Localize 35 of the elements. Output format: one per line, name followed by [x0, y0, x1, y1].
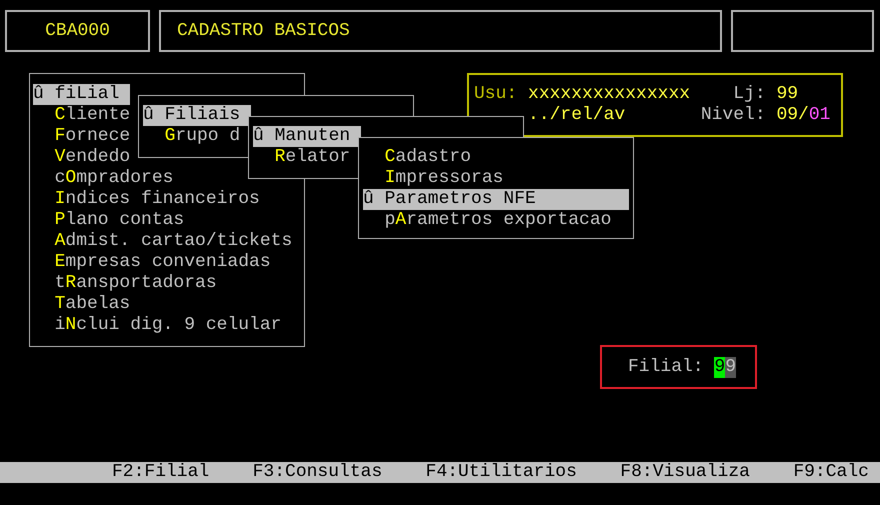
menu-item[interactable]: tRansportadoras — [33, 273, 228, 294]
menu-item[interactable]: Admist. cartao/tickets — [33, 231, 304, 252]
menu-item[interactable]: û Manuten — [253, 126, 362, 147]
menu-item[interactable]: Impressoras — [363, 168, 629, 189]
function-key-label: F3:Consultas — [252, 462, 382, 483]
menu-item[interactable]: Cadastro — [363, 147, 629, 168]
function-key-label: F9:Calc — [793, 462, 869, 483]
function-key-label: F2:Filial — [112, 462, 210, 483]
filial-label: Filial: — [628, 356, 704, 378]
menu-item[interactable]: Tabelas — [33, 294, 142, 315]
menu-item[interactable]: û Parametros NFE — [363, 189, 629, 210]
menu-item[interactable]: Cliente — [33, 105, 142, 126]
level-label: Nivel: — [700, 105, 766, 126]
path-text: ../rel/av — [528, 105, 626, 126]
menu-item[interactable]: Relator — [253, 147, 362, 168]
user-label: Usu: — [474, 84, 518, 105]
menu-item[interactable]: Plano contas — [33, 210, 196, 231]
menu-item[interactable]: Grupo d — [143, 126, 252, 147]
menu-item[interactable]: cOmpradores — [33, 168, 184, 189]
screen-title: CADASTRO BASICOS — [177, 20, 350, 42]
menu-item[interactable]: û fiLial — [33, 84, 130, 105]
menu-item[interactable]: û Filiais — [143, 105, 252, 126]
store-number: 99 — [776, 84, 798, 105]
program-code: CBA000 — [45, 20, 110, 42]
menu-item[interactable]: iNclui dig. 9 celular — [33, 315, 292, 336]
store-label: Lj: — [733, 84, 766, 105]
menu-item[interactable]: Vendedo — [33, 147, 142, 168]
menu-item[interactable]: Fornece — [33, 126, 142, 147]
menu-item[interactable]: Empresas conveniadas — [33, 252, 282, 273]
menu-item[interactable]: pArametros exportacao — [363, 210, 629, 231]
level-value: 09/01 — [776, 105, 830, 126]
function-key-label: F8:Visualiza — [620, 462, 750, 483]
menu-item[interactable]: Indices financeiros — [33, 189, 271, 210]
user-name: xxxxxxxxxxxxxxx — [528, 84, 690, 105]
function-key-label: F4:Utilitarios — [426, 462, 577, 483]
